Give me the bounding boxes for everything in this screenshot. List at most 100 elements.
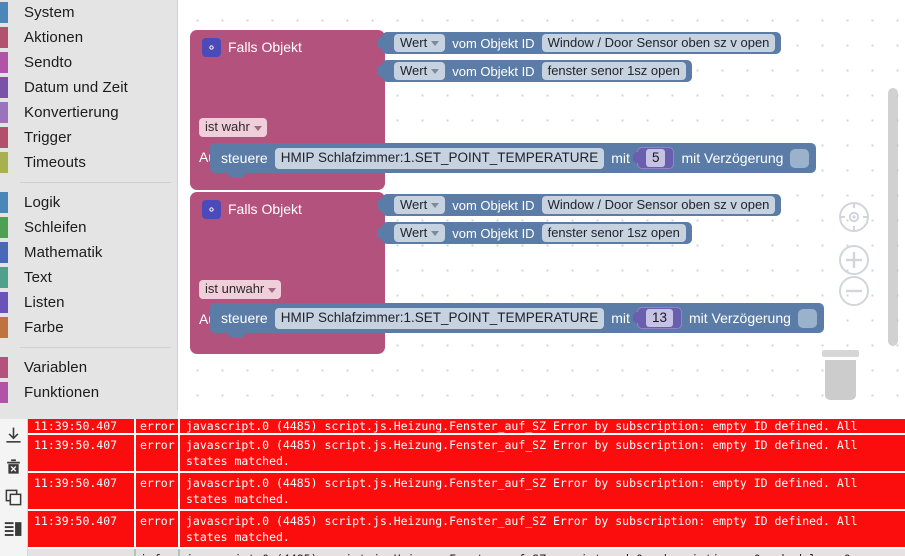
log-row[interactable]: 11:39:50.407 error javascript.0 (4485) scr… [28,419,905,435]
toolbox-category-label: Variablen [24,359,88,376]
toolbox-category-logik[interactable]: Logik [0,190,177,215]
download-icon[interactable] [4,425,24,445]
value-kind-dropdown[interactable]: Wert [394,196,446,214]
if-block-title: Falls Objekt [228,201,302,217]
toolbox-category-farbe[interactable]: Farbe [0,315,177,340]
control-value-socket[interactable]: 5 [632,147,675,169]
category-color-chip [0,27,8,48]
value-kind-dropdown[interactable]: Wert [394,62,446,80]
if-block-title: Falls Objekt [228,39,302,55]
log-timestamp: 11:39:50.407 [28,419,136,435]
control-verb: steuere [221,310,268,326]
control-delay-label: mit Verzögerung [688,310,791,326]
condition-dropdown-2[interactable]: ist unwahr [199,280,282,299]
object-id-label: vom Objekt ID [452,63,535,79]
control-delay-socket[interactable] [797,308,817,328]
center-target-icon[interactable] [839,202,869,232]
toolbox-category-label: Mathematik [24,244,103,261]
trashcan-icon[interactable] [818,350,863,400]
control-value-socket[interactable]: 13 [632,307,682,329]
control-value[interactable]: 5 [645,149,666,167]
category-color-chip [0,2,8,23]
value-input-2b[interactable]: Wert vom Objekt ID fenster senor 1sz ope… [377,222,692,244]
chevron-down-icon [431,231,440,236]
delete-trash-icon[interactable] [4,456,24,476]
workspace-vertical-scrollbar[interactable] [888,88,898,346]
object-id-field[interactable]: fenster senor 1sz open [541,62,686,80]
log-timestamp: 11:39:50.407 [28,435,136,473]
control-block-1[interactable]: steuere HMIP Schlafzimmer:1.SET_POINT_TE… [210,143,817,178]
value-kind-label: Wert [400,197,428,212]
log-message: javascript.0 (4485) script.js.Heizung.Fe… [180,435,905,473]
toolbox-category-schleifen[interactable]: Schleifen [0,215,177,240]
category-color-chip [0,267,8,288]
value-kind-label: Wert [400,63,428,78]
block-notch [228,332,245,338]
log-timestamp: 11:39:50.407 [28,473,136,511]
chevron-down-icon [431,41,440,46]
log-severity: error [136,511,180,549]
log-severity: error [136,419,180,435]
control-target-field[interactable]: HMIP Schlafzimmer:1.SET_POINT_TEMPERATUR… [274,147,605,169]
condition-dropdown-1[interactable]: ist wahr [199,118,267,137]
value-input-1a[interactable]: Wert vom Objekt ID Window / Door Sensor … [376,32,782,54]
category-color-chip [0,217,8,238]
toolbox-category-funktionen[interactable]: Funktionen [0,380,177,405]
control-verb: steuere [221,150,268,166]
toolbox-category-konvertierung[interactable]: Konvertierung [0,100,177,125]
value-kind-dropdown[interactable]: Wert [394,34,446,52]
toolbox-category-label: Trigger [24,129,72,146]
category-color-chip [0,317,8,338]
value-input-1b[interactable]: Wert vom Objekt ID fenster senor 1sz ope… [377,60,692,82]
log-table[interactable]: 11:39:50.407 error javascript.0 (4485) scr… [28,419,905,556]
chevron-down-icon [268,287,277,293]
category-color-chip [0,127,8,148]
toolbox-category-label: Schleifen [24,219,87,236]
object-id-label: vom Objekt ID [452,225,535,241]
copy-icon[interactable] [4,487,24,507]
object-id-field[interactable]: Window / Door Sensor oben sz v open [541,196,776,214]
log-row[interactable]: 11:39:50.407 error javascript.0 (4485) scr… [28,511,905,549]
toolbox-category-variablen[interactable]: Variablen [0,355,177,380]
zoom-in-plus-icon[interactable] [839,245,869,275]
category-color-chip [0,382,8,403]
control-value[interactable]: 13 [645,309,673,327]
category-color-chip [0,242,8,263]
blockly-toolbox[interactable]: System Aktionen Sendto Datum und Zeit Konver… [0,0,178,418]
toolbox-category-system[interactable]: System [0,0,177,25]
object-id-label: vom Objekt ID [452,197,535,213]
blockly-workspace[interactable]: Falls Objekt ist wahr Auslösung durch eg… [178,0,905,418]
toolbox-category-listen[interactable]: Listen [0,290,177,315]
toolbox-category-aktionen[interactable]: Aktionen [0,25,177,50]
gear-icon[interactable] [202,200,221,219]
toolbox-category-mathematik[interactable]: Mathematik [0,240,177,265]
toolbox-category-sendto[interactable]: Sendto [0,50,177,75]
object-id-field[interactable]: fenster senor 1sz open [541,224,686,242]
toolbox-category-timeouts[interactable]: Timeouts [0,150,177,175]
control-delay-socket[interactable] [790,148,810,168]
log-message: javascript.0 (4485) script.js.Heizung.Fe… [180,473,905,511]
log-row[interactable]: 11:39:50.407 error javascript.0 (4485) scr… [28,473,905,511]
toolbox-category-label: Text [24,269,52,286]
category-color-chip [0,152,8,173]
chevron-down-icon [431,69,440,74]
category-color-chip [0,52,8,73]
trashcan-lid [822,350,859,357]
toolbox-category-text[interactable]: Text [0,265,177,290]
toolbox-category-datum-und-zeit[interactable]: Datum und Zeit [0,75,177,100]
value-input-2a[interactable]: Wert vom Objekt ID Window / Door Sensor … [376,194,782,216]
object-id-field[interactable]: Window / Door Sensor oben sz v open [541,34,776,52]
gear-icon[interactable] [202,38,221,57]
log-row[interactable]: infojavascript.0 (4485) script.js.Heizun… [28,549,905,556]
chevron-down-icon [431,203,440,208]
log-timestamp: 11:39:50.407 [28,511,136,549]
log-row[interactable]: 11:39:50.407 error javascript.0 (4485) scr… [28,435,905,473]
control-block-2[interactable]: steuere HMIP Schlafzimmer:1.SET_POINT_TE… [210,303,824,338]
control-target-field[interactable]: HMIP Schlafzimmer:1.SET_POINT_TEMPERATUR… [274,307,605,329]
list-view-icon[interactable] [4,518,24,538]
zoom-out-minus-icon[interactable] [839,276,869,306]
toolbox-category-trigger[interactable]: Trigger [0,125,177,150]
control-with-label: mit [611,150,630,166]
log-severity: error [136,473,180,511]
value-kind-dropdown[interactable]: Wert [394,224,446,242]
